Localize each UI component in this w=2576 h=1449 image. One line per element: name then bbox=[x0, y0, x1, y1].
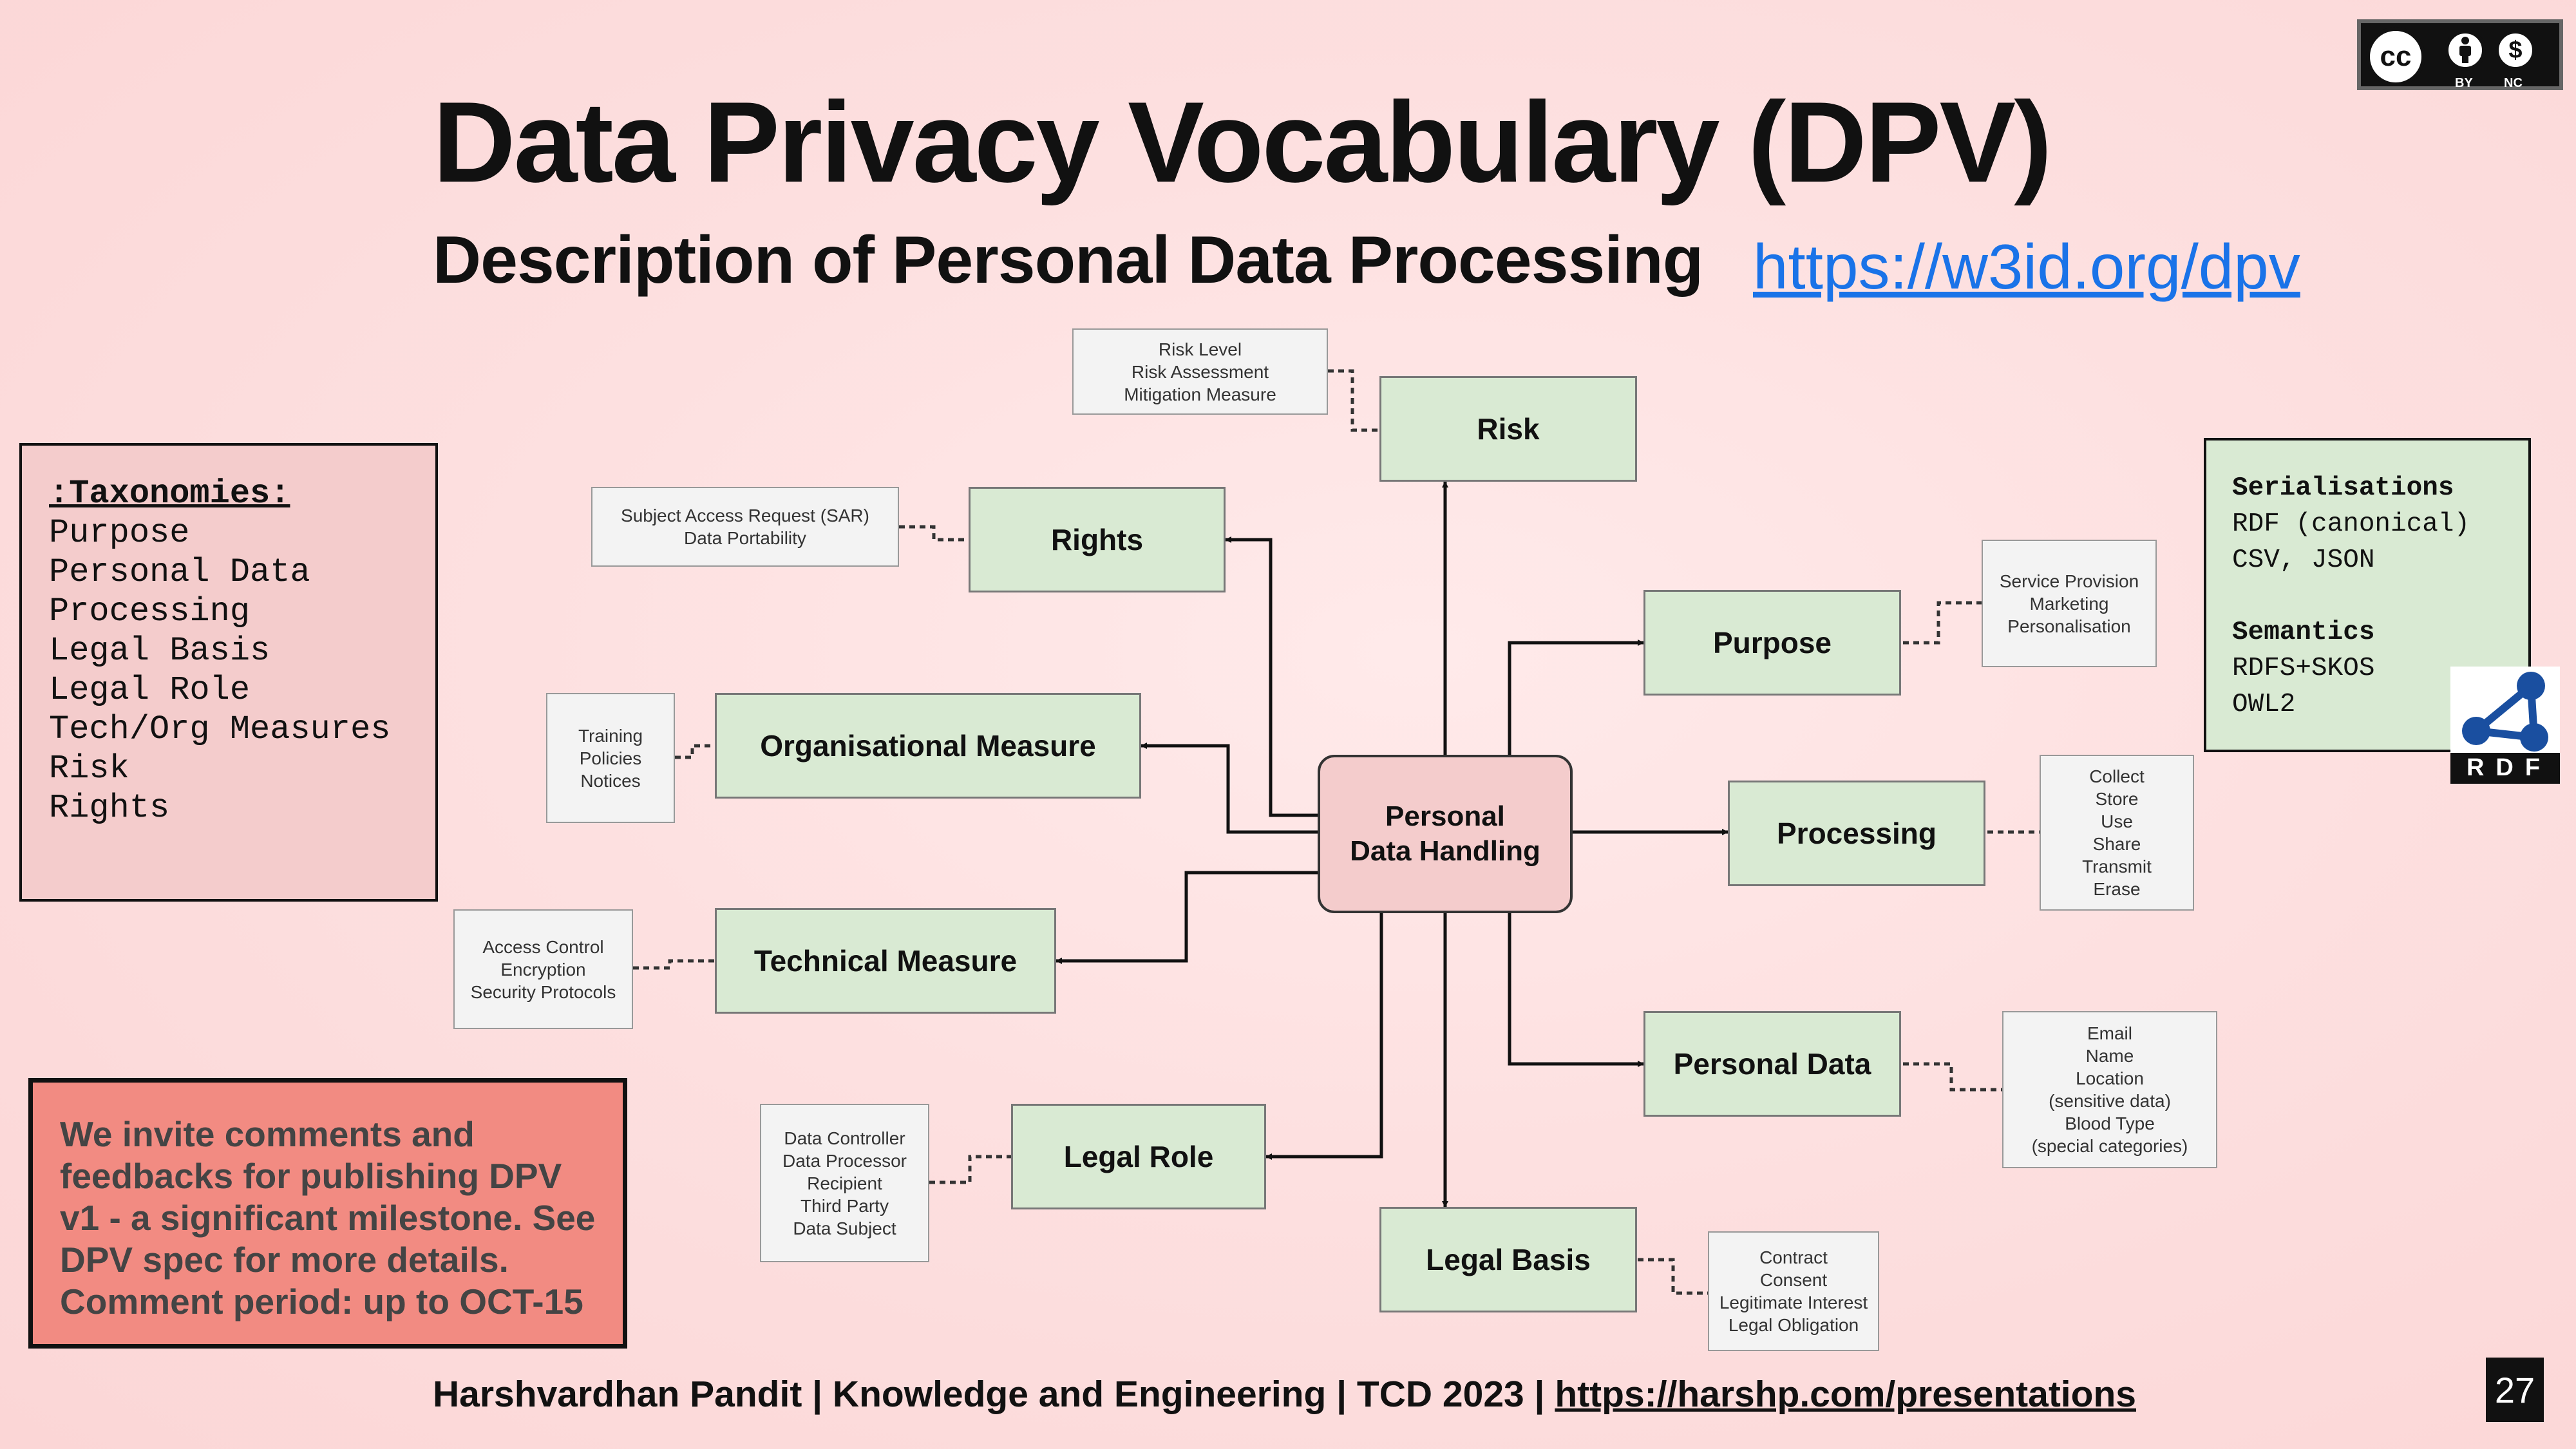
purpose-node: Purpose bbox=[1643, 590, 1901, 696]
personal-data-examples-note: Email Name Location (sensitive data) Blo… bbox=[2002, 1011, 2217, 1168]
technical-measure-node: Technical Measure bbox=[715, 908, 1056, 1014]
purpose-examples-note: Service Provision Marketing Personalisat… bbox=[1982, 540, 2157, 667]
personal-data-node: Personal Data bbox=[1643, 1011, 1901, 1117]
page-number: 27 bbox=[2486, 1358, 2544, 1422]
legal-role-node: Legal Role bbox=[1011, 1104, 1266, 1209]
footer-link[interactable]: https://harshp.com/presentations bbox=[1555, 1374, 2136, 1415]
rights-node: Rights bbox=[969, 487, 1226, 592]
legal-role-examples-note: Data Controller Data Processor Recipient… bbox=[760, 1104, 929, 1262]
personal-data-handling-node: Personal Data Handling bbox=[1318, 755, 1573, 913]
diagram-connectors bbox=[633, 369, 2040, 1295]
footer: Harshvardhan Pandit | Knowledge and Engi… bbox=[433, 1373, 2136, 1416]
organisational-measure-node: Organisational Measure bbox=[715, 693, 1141, 799]
org-measure-examples-note: Training Policies Notices bbox=[546, 693, 675, 823]
legal-basis-examples-note: Contract Consent Legitimate Interest Leg… bbox=[1708, 1231, 1879, 1351]
rights-examples-note: Subject Access Request (SAR) Data Portab… bbox=[591, 487, 899, 567]
risk-node: Risk bbox=[1379, 376, 1637, 482]
center-node-label: Personal Data Handling bbox=[1350, 800, 1540, 867]
footer-text: Harshvardhan Pandit | Knowledge and Engi… bbox=[433, 1374, 1545, 1415]
risk-examples-note: Risk Level Risk Assessment Mitigation Me… bbox=[1072, 328, 1328, 415]
tech-measure-examples-note: Access Control Encryption Security Proto… bbox=[453, 909, 633, 1029]
legal-basis-node: Legal Basis bbox=[1379, 1207, 1637, 1312]
processing-node: Processing bbox=[1728, 781, 1985, 886]
processing-examples-note: Collect Store Use Share Transmit Erase bbox=[2040, 755, 2194, 911]
